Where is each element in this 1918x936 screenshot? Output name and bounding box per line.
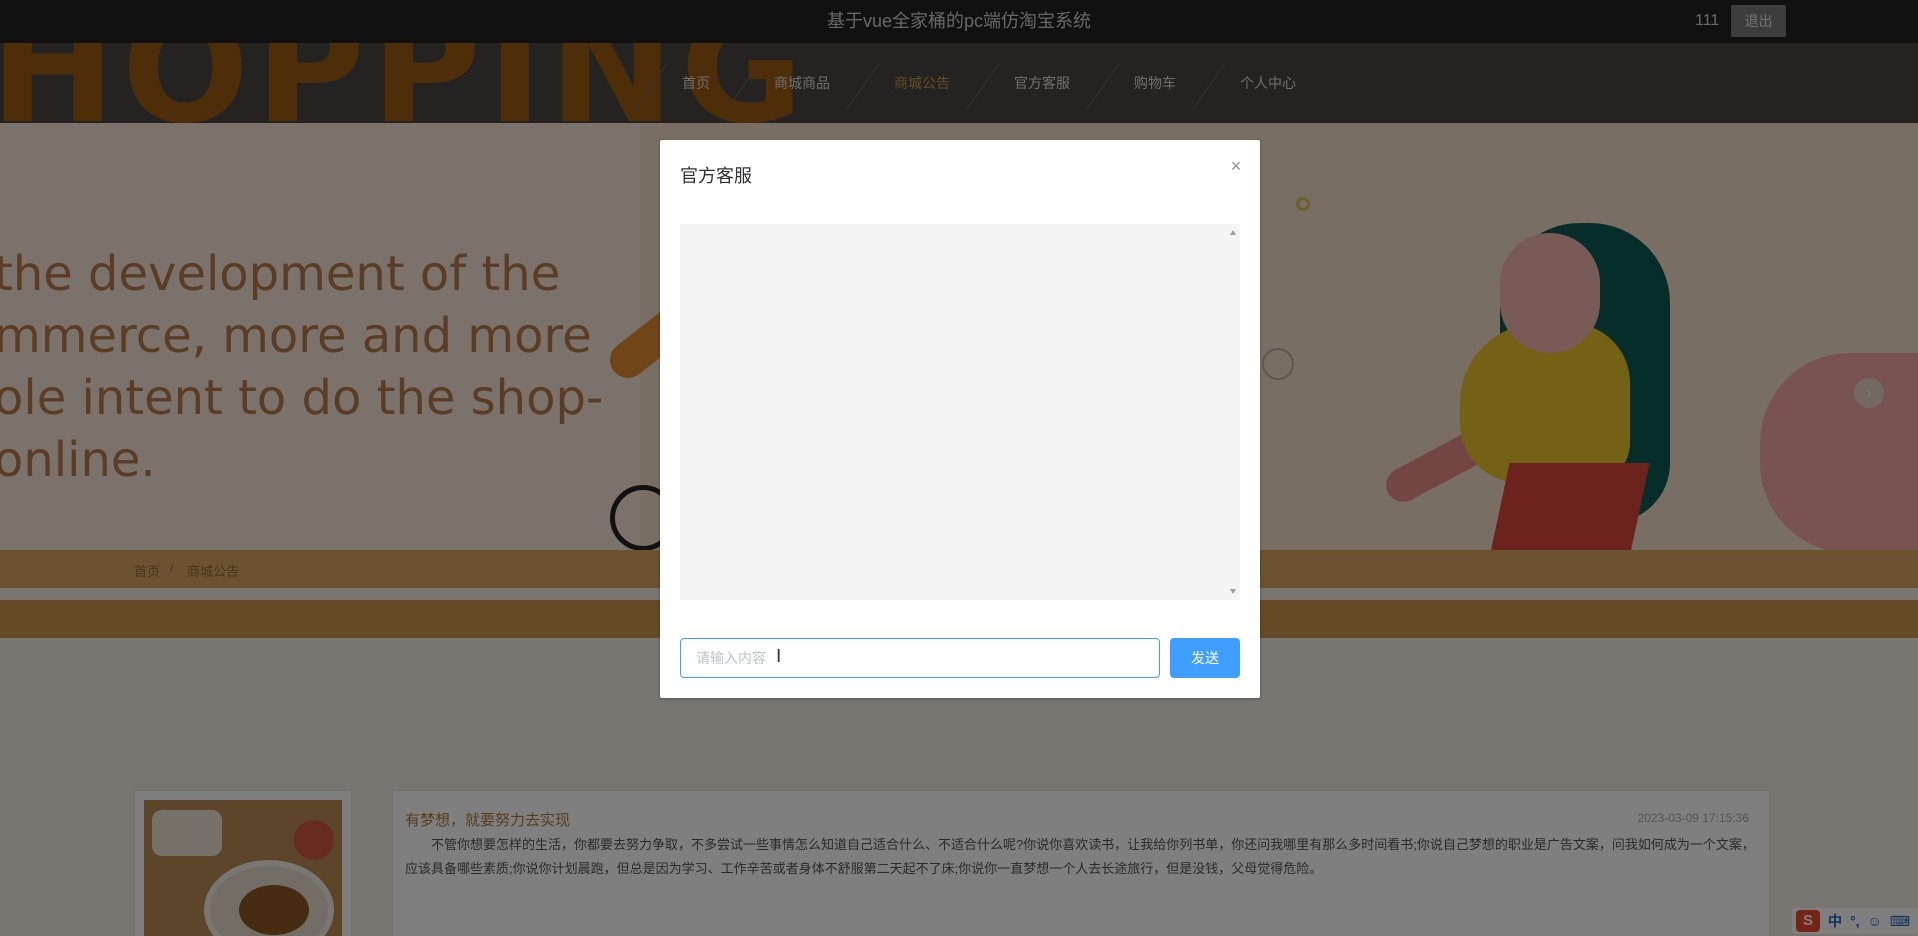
scroll-down-icon[interactable] [1230,589,1236,594]
send-button[interactable]: 发送 [1170,638,1240,678]
chat-scrollbar[interactable] [1226,224,1240,600]
scroll-up-icon[interactable] [1230,230,1236,235]
dialog-title: 官方客服 [680,166,752,186]
support-dialog: 官方客服 × 发送 [660,140,1260,698]
close-icon[interactable]: × [1226,156,1246,176]
message-input[interactable] [680,638,1160,678]
text-cursor-icon: I [776,646,782,667]
chat-messages-area[interactable] [680,224,1240,600]
